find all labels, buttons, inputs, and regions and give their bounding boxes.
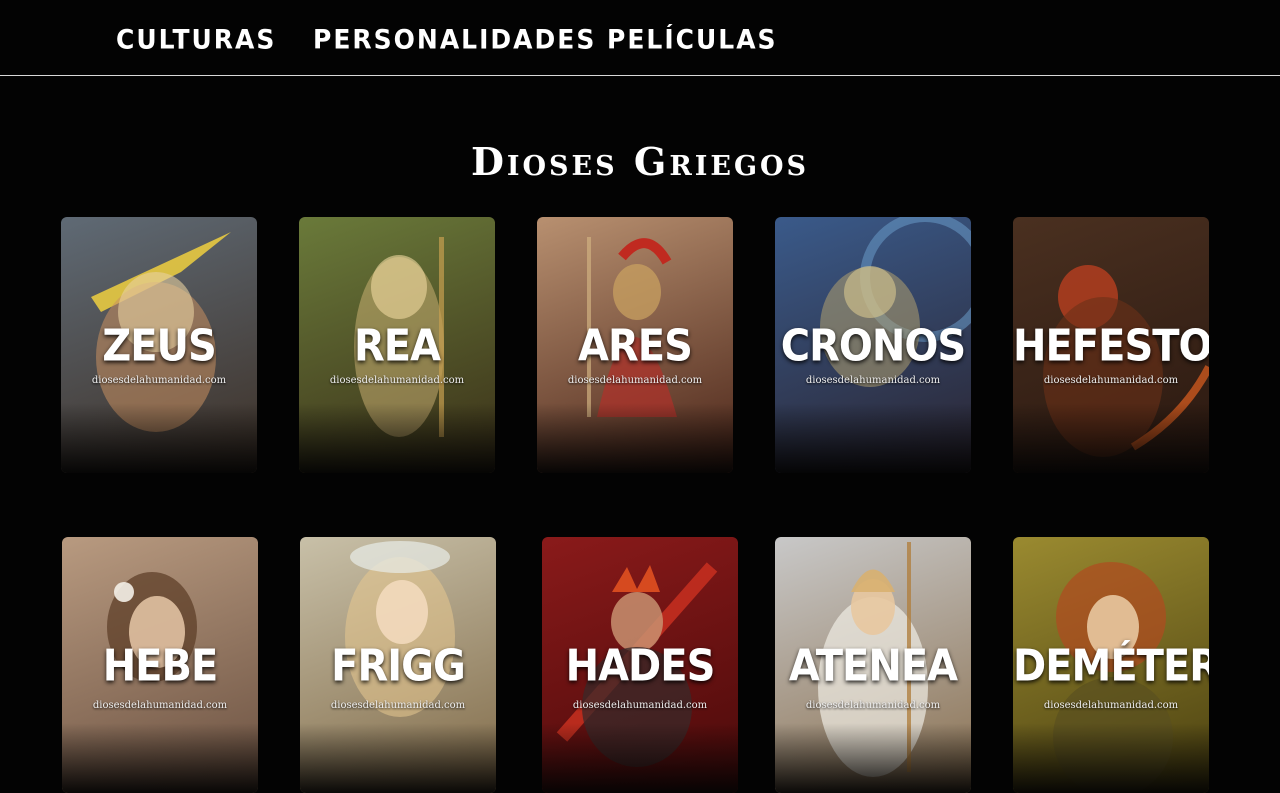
card-fade [61,403,257,473]
card-fade [300,723,496,793]
card-title: Zeus [102,320,217,372]
card-watermark: diosesdelahumanidad.com [1043,375,1179,386]
god-card-demeter[interactable]: Deméter diosesdelahumanidad.com [1013,537,1209,793]
card-fade [537,403,733,473]
card-title: Atenea [788,640,958,692]
card-title: Frigg [331,640,466,692]
nav-link-culturas[interactable]: Culturas [116,19,276,61]
card-title: Hefesto [1013,320,1209,372]
god-card-cronos[interactable]: Cronos diosesdelahumanidad.com [775,217,971,473]
card-watermark: diosesdelahumanidad.com [805,375,941,386]
card-watermark: diosesdelahumanidad.com [91,375,227,386]
card-title: Rea [353,320,441,372]
card-title: Hades [565,640,716,692]
card-fade [1013,403,1209,473]
card-fade [299,403,495,473]
card-watermark: diosesdelahumanidad.com [572,700,708,711]
card-watermark: diosesdelahumanidad.com [329,375,465,386]
card-watermark: diosesdelahumanidad.com [330,700,466,711]
card-fade [1013,723,1209,793]
card-watermark: diosesdelahumanidad.com [805,700,941,711]
card-fade [775,723,971,793]
god-card-atenea[interactable]: Atenea diosesdelahumanidad.com [775,537,971,793]
card-title: Cronos [780,320,966,372]
god-card-zeus[interactable]: Zeus diosesdelahumanidad.com [61,217,257,473]
page-title: Dioses Griegos [470,139,810,185]
card-watermark: diosesdelahumanidad.com [1043,700,1179,711]
card-title: Ares [578,320,693,372]
card-title: Deméter [1013,640,1209,692]
card-fade [542,723,738,793]
god-card-hefesto[interactable]: Hefesto diosesdelahumanidad.com [1013,217,1209,473]
top-navigation: Culturas Personalidades Películas [0,0,1280,76]
god-card-frigg[interactable]: Frigg diosesdelahumanidad.com [300,537,496,793]
god-card-rea[interactable]: Rea diosesdelahumanidad.com [299,217,495,473]
nav-link-personalidades[interactable]: Personalidades [313,19,596,61]
god-card-hades[interactable]: Hades diosesdelahumanidad.com [542,537,738,793]
god-card-hebe[interactable]: Hebe diosesdelahumanidad.com [62,537,258,793]
card-fade [62,723,258,793]
card-fade [775,403,971,473]
god-card-ares[interactable]: Ares diosesdelahumanidad.com [537,217,733,473]
card-watermark: diosesdelahumanidad.com [567,375,703,386]
card-title: Hebe [102,640,219,692]
nav-link-peliculas[interactable]: Películas [607,19,778,61]
card-watermark: diosesdelahumanidad.com [92,700,228,711]
